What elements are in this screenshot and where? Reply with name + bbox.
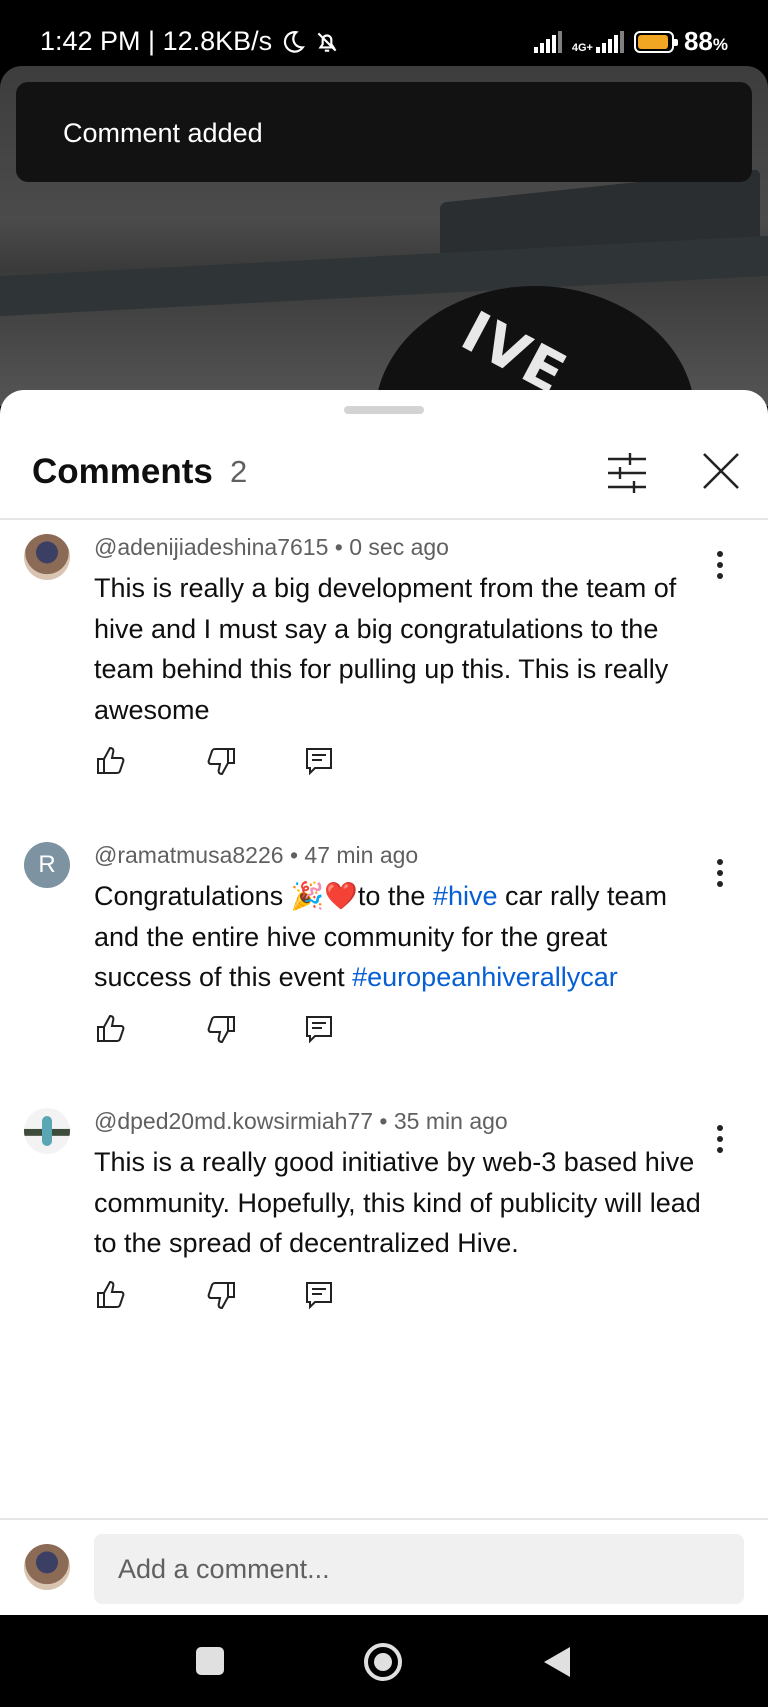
thumbs-down-icon[interactable] [204,1012,238,1046]
toast-snackbar: Comment added [16,82,752,182]
comment-author: @dped20md.kowsirmiah77 [94,1108,374,1134]
comments-title: Comments [32,452,213,491]
comment-item: @adenijiadeshina7615 • 0 sec ago This is… [0,534,768,784]
comments-count: 2 [230,454,248,489]
avatar[interactable]: R [24,842,70,888]
comment-author-line[interactable]: @ramatmusa8226 • 47 min ago [94,842,418,869]
comment-time: 35 min ago [393,1108,508,1134]
hashtag-link[interactable]: #hive [433,881,498,911]
comment-author: @adenijiadeshina7615 [94,534,329,560]
thumbs-up-icon[interactable] [94,1012,128,1046]
more-vertical-icon[interactable] [706,1120,734,1160]
nav-square-icon[interactable] [194,1645,226,1677]
signal-icon [533,30,562,53]
comment-text: Congratulations 🎉❤️to the #hive car rall… [94,881,668,992]
battery-level: 88% [683,26,728,56]
add-comment-input[interactable]: Add a comment... [94,1534,744,1604]
comments-header: Comments 2 [0,430,768,520]
more-vertical-icon[interactable] [706,546,734,586]
reply-icon[interactable] [302,744,336,778]
comment-author: @ramatmusa8226 [94,842,284,868]
comment-item: R @ramatmusa8226 • 47 min ago Congratula… [0,842,768,1052]
battery-icon [633,30,678,53]
status-left: 1:42 PM | 12.8KB/s [40,26,340,57]
status-time-speed: 1:42 PM | 12.8KB/s [40,26,273,56]
more-vertical-icon[interactable] [706,854,734,894]
reply-icon[interactable] [302,1012,336,1046]
thumbs-up-icon[interactable] [94,1278,128,1312]
comment-time: 0 sec ago [349,534,449,560]
nav-home-icon[interactable] [362,1641,404,1683]
status-bar: 1:42 PM | 12.8KB/s 4G+ 88% [0,0,768,70]
hashtag-link[interactable]: #europeanhiverallycar [352,962,618,992]
comment-text: This is really a big development from th… [94,573,677,725]
system-nav-bar [0,1615,768,1707]
bell-off-icon [317,32,337,52]
filter-icon[interactable] [602,448,652,498]
network-type: 4G+ [571,41,593,54]
comment-author-line[interactable]: @dped20md.kowsirmiah77 • 35 min ago [94,1108,508,1135]
signal-4g-icon: 4G+ [571,30,624,54]
comment-time: 47 min ago [304,842,419,868]
drag-handle[interactable] [344,406,424,414]
avatar [24,1544,70,1590]
close-icon[interactable] [698,448,744,494]
status-right: 4G+ 88% [533,26,728,57]
thumbs-up-icon[interactable] [94,744,128,778]
avatar[interactable] [24,534,70,580]
reply-icon[interactable] [302,1278,336,1312]
comment-item: @dped20md.kowsirmiah77 • 35 min ago This… [0,1108,768,1318]
toast-message: Comment added [63,118,263,148]
thumbs-down-icon[interactable] [204,744,238,778]
moon-icon [284,30,306,53]
comment-author-line[interactable]: @adenijiadeshina7615 • 0 sec ago [94,534,449,561]
comment-composer: Add a comment... [0,1518,768,1617]
avatar[interactable] [24,1108,70,1154]
video-band [0,235,768,317]
comments-sheet: Comments 2 @adenijiadeshina7615 • 0 sec … [0,390,768,1615]
thumbs-down-icon[interactable] [204,1278,238,1312]
comment-text: This is a really good initiative by web-… [94,1147,701,1258]
nav-back-icon[interactable] [540,1645,572,1679]
